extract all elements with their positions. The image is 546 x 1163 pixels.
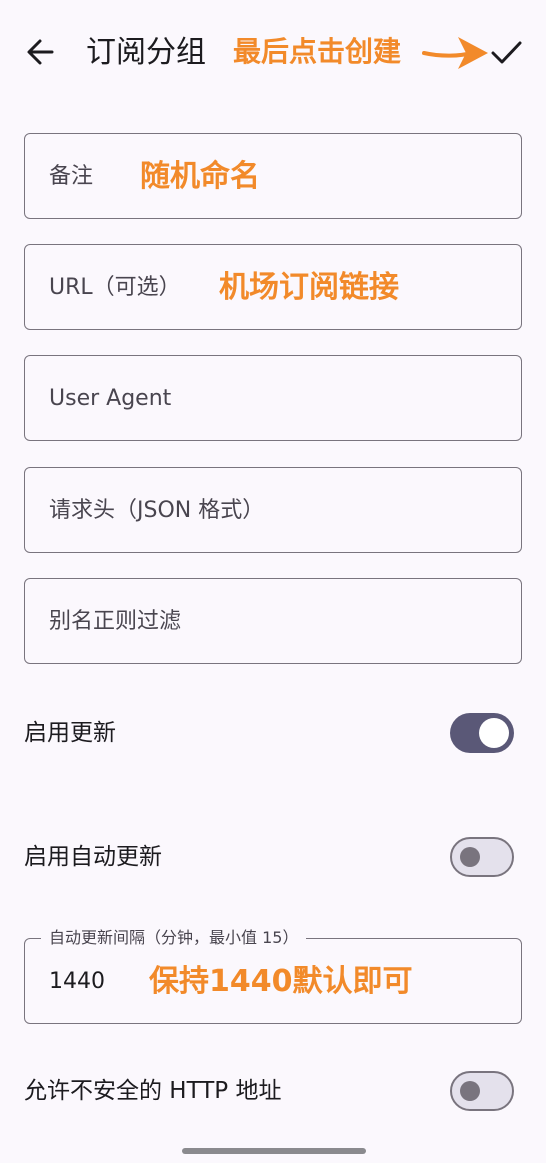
update-interval-field[interactable]: 自动更新间隔（分钟，最小值 15） 1440 保持1440默认即可 xyxy=(24,926,522,1024)
user-agent-placeholder: User Agent xyxy=(49,386,172,411)
remark-annotation: 随机命名 xyxy=(140,159,260,194)
enable-update-label: 启用更新 xyxy=(24,720,116,746)
alias-filter-placeholder: 别名正则过滤 xyxy=(49,609,182,634)
url-field[interactable]: URL（可选） 机场订阅链接 xyxy=(24,244,522,330)
arrow-left-icon xyxy=(27,39,54,65)
switch-knob xyxy=(460,1081,480,1101)
switch-knob xyxy=(479,718,509,748)
auto-update-switch[interactable] xyxy=(450,837,514,877)
user-agent-field[interactable]: User Agent xyxy=(24,355,522,441)
headers-field[interactable]: 请求头（JSON 格式） xyxy=(24,467,522,553)
check-icon xyxy=(491,41,522,64)
create-annotation: 最后点击创建 xyxy=(233,35,402,68)
remark-field[interactable]: 备注 随机命名 xyxy=(24,133,522,219)
home-indicator[interactable] xyxy=(182,1148,366,1154)
auto-update-label: 启用自动更新 xyxy=(24,844,162,870)
alias-filter-field[interactable]: 别名正则过滤 xyxy=(24,578,522,664)
interval-annotation: 保持1440默认即可 xyxy=(149,964,413,999)
top-app-bar: 订阅分组 最后点击创建 xyxy=(0,0,546,108)
url-placeholder: URL（可选） xyxy=(49,275,181,300)
remark-placeholder: 备注 xyxy=(49,164,94,189)
insecure-http-switch[interactable] xyxy=(450,1071,514,1111)
subscription-group-screen: 订阅分组 最后点击创建 备注 随机命名 URL（可选） 机场订阅链接 User … xyxy=(0,0,546,1163)
url-annotation: 机场订阅链接 xyxy=(219,270,399,305)
switch-knob xyxy=(460,847,480,867)
arrow-right-icon xyxy=(420,28,494,78)
insecure-http-label: 允许不安全的 HTTP 地址 xyxy=(24,1078,282,1104)
confirm-button[interactable] xyxy=(484,30,528,74)
back-button[interactable] xyxy=(22,30,62,74)
headers-placeholder: 请求头（JSON 格式） xyxy=(49,498,265,523)
update-interval-value: 1440 xyxy=(49,969,105,994)
page-title: 订阅分组 xyxy=(86,35,206,70)
enable-update-switch[interactable] xyxy=(450,713,514,753)
